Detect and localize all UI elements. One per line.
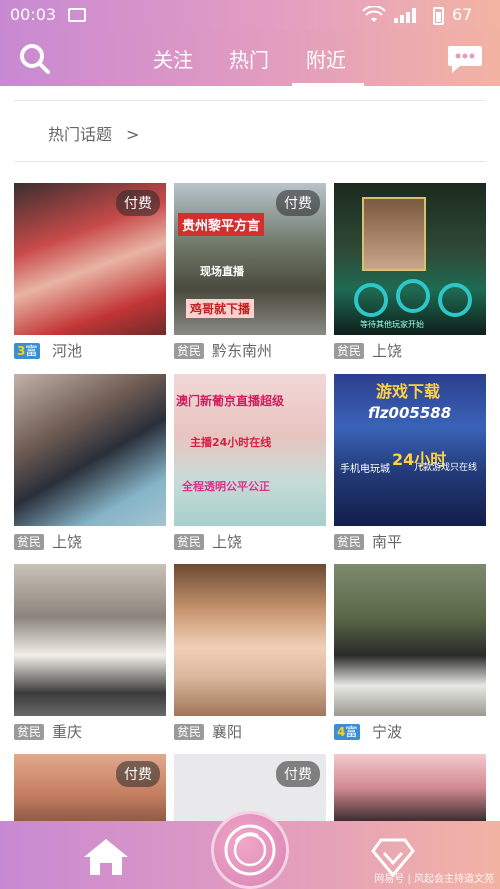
grid-card[interactable]: 贫民 上饶 [14,374,166,556]
app-header: 关注 热门 附近 [0,30,500,86]
card-meta: 贫民 上饶 [14,526,166,556]
overlay-text: 现场直播 [200,265,244,278]
paid-badge: 付费 [276,761,320,787]
overlay-text: 鸡哥就下播 [186,299,255,318]
card-city: 黔东南州 [212,342,273,360]
card-thumbnail [334,564,486,716]
grid-card[interactable]: 贫民 襄阳 [174,564,326,746]
wealth-badge: 贫民 [14,724,45,740]
grid-card[interactable]: 游戏下载 flz005588 手机电玩城 24小时 几款游戏只在线 贫民 南平 [334,374,486,556]
overlay-text: 主播24小时在线 [190,436,272,449]
hot-topics-link[interactable]: 热门话题 > [48,121,139,145]
card-thumbnail: 澳门新葡京直播超级 主播24小时在线 全程透明公平公正 [174,374,326,526]
paid-badge: 付费 [116,190,160,216]
wealth-badge: 贫民 [174,343,205,359]
wealth-badge: 贫民 [174,724,205,740]
card-city: 河池 [52,342,83,360]
card-city: 上饶 [372,342,403,360]
wealth-badge: 贫民 [14,534,45,550]
paid-badge: 付费 [276,190,320,216]
overlay-text: 几款游戏只在线 [414,463,478,473]
wealth-badge: 贫民 [334,343,365,359]
overlay-text: flz005588 [368,404,452,422]
card-city: 襄阳 [212,723,243,741]
hot-topics-section: 热门话题 > [14,100,486,162]
home-icon[interactable] [82,837,130,877]
bottom-nav: 网易号 | 风起会主持道文苑 [0,811,500,889]
grid-card[interactable]: 付费 3富 河池 [14,183,166,365]
card-city: 上饶 [52,533,83,551]
card-thumbnail: 等待其他玩家开始 [334,183,486,335]
card-thumbnail [14,564,166,716]
paid-badge: 付费 [116,761,160,787]
overlay-text: 等待其他玩家开始 [360,320,424,329]
grid-card[interactable]: 付费 贵州黎平方言 现场直播 鸡哥就下播 贫民 黔东南州 [174,183,326,365]
chevron-right-icon: > [126,125,140,144]
hot-topics-label: 热门话题 [48,125,113,144]
card-city: 上饶 [212,533,243,551]
card-thumbnail [14,374,166,526]
wealth-badge: 贫民 [334,534,365,550]
card-meta: 贫民 南平 [334,526,486,556]
battery-level: 67 [452,5,473,24]
overlay-text: 澳门新葡京直播超级 [176,394,285,408]
card-thumbnail: 付费 [14,754,166,822]
tab-follow[interactable]: 关注 [153,44,193,73]
overlay-text: 全程透明公平公正 [182,480,270,493]
card-thumbnail: 付费 贵州黎平方言 现场直播 鸡哥就下播 [174,183,326,335]
grid-card[interactable] [334,754,486,822]
grid-card[interactable]: 付费 [14,754,166,822]
wealth-badge: 3富 [14,343,41,359]
overlay-text: 游戏下载 [376,382,441,401]
card-meta: 贫民 襄阳 [174,716,326,746]
wealth-badge: 4富 [334,724,361,740]
grid-card[interactable]: 贫民 重庆 [14,564,166,746]
overlay-text: 手机电玩城 [340,464,390,475]
grid-card[interactable]: 等待其他玩家开始 贫民 上饶 [334,183,486,365]
tab-nearby[interactable]: 附近 [306,44,346,73]
search-icon[interactable] [18,42,52,76]
card-thumbnail [174,564,326,716]
card-thumbnail: 付费 [14,183,166,335]
card-meta: 贫民 重庆 [14,716,166,746]
card-meta: 4富 宁波 [334,716,486,746]
status-time: 00:03 [10,5,57,24]
overlay-text: 贵州黎平方言 [178,213,265,236]
card-city: 宁波 [372,723,403,741]
card-meta: 贫民 上饶 [174,526,326,556]
card-city: 重庆 [52,723,83,741]
signal-icon [394,8,416,23]
status-bar: 00:03 67 [0,0,500,30]
card-city: 南平 [372,533,403,551]
tab-hot[interactable]: 热门 [229,44,269,73]
grid-card[interactable]: 澳门新葡京直播超级 主播24小时在线 全程透明公平公正 贫民 上饶 [174,374,326,556]
message-notification-icon [68,8,86,22]
active-tab-indicator [292,83,364,86]
battery-icon [433,7,444,25]
card-meta: 贫民 黔东南州 [174,335,326,365]
wealth-badge: 贫民 [174,534,205,550]
card-meta: 3富 河池 [14,335,166,365]
watermark: 网易号 | 风起会主持道文苑 [374,874,494,885]
live-camera-button[interactable] [211,811,289,889]
card-thumbnail [334,754,486,822]
chat-icon[interactable] [446,42,484,76]
wifi-icon [362,6,386,22]
card-thumbnail: 游戏下载 flz005588 手机电玩城 24小时 几款游戏只在线 [334,374,486,526]
card-meta: 贫民 上饶 [334,335,486,365]
grid-card[interactable]: 4富 宁波 [334,564,486,746]
camera-lens-icon [224,824,276,876]
